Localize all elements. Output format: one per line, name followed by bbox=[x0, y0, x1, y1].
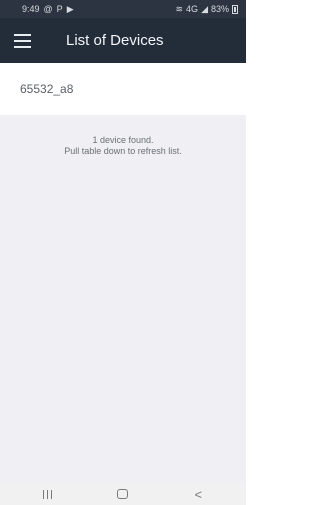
lte-icon: 4G bbox=[186, 3, 199, 14]
at-sign-icon: @ bbox=[43, 3, 53, 14]
signal-icon: ◢ bbox=[201, 3, 208, 14]
system-nav-bar: < bbox=[0, 483, 246, 505]
message-line-2: Pull table down to refresh list. bbox=[64, 146, 182, 156]
battery-percent: 83% bbox=[210, 4, 229, 14]
recents-button[interactable] bbox=[28, 484, 68, 504]
parking-icon: P bbox=[56, 3, 63, 14]
status-time: 9:49 bbox=[22, 4, 40, 14]
back-icon: < bbox=[194, 486, 203, 502]
home-button[interactable] bbox=[103, 484, 143, 504]
recents-icon bbox=[43, 489, 53, 499]
status-left: 9:49 @ P ▶ bbox=[22, 4, 74, 14]
home-icon bbox=[117, 489, 129, 499]
device-list-area[interactable]: 1 device found. Pull table down to refre… bbox=[0, 115, 246, 483]
status-bar: 9:49 @ P ▶ ≋ 4G ◢ 83% bbox=[0, 0, 246, 18]
page-title: List of Devices bbox=[66, 32, 164, 49]
vibrate-icon: ≋ bbox=[175, 3, 184, 14]
list-item[interactable]: 65532_a8 bbox=[0, 63, 246, 115]
status-right: ≋ 4G ◢ 83% bbox=[175, 3, 238, 14]
message-line-1: 1 device found. bbox=[92, 135, 154, 145]
battery-icon bbox=[232, 4, 238, 14]
device-name: 65532_a8 bbox=[20, 82, 74, 96]
back-button[interactable]: < bbox=[178, 484, 218, 504]
app-screen: 9:49 @ P ▶ ≋ 4G ◢ 83% List of Devices 65… bbox=[0, 0, 246, 505]
play-icon: ▶ bbox=[66, 3, 74, 14]
status-message: 1 device found. Pull table down to refre… bbox=[0, 135, 246, 157]
app-bar: List of Devices bbox=[0, 18, 246, 63]
hamburger-icon bbox=[13, 33, 31, 48]
menu-button[interactable] bbox=[2, 18, 42, 63]
